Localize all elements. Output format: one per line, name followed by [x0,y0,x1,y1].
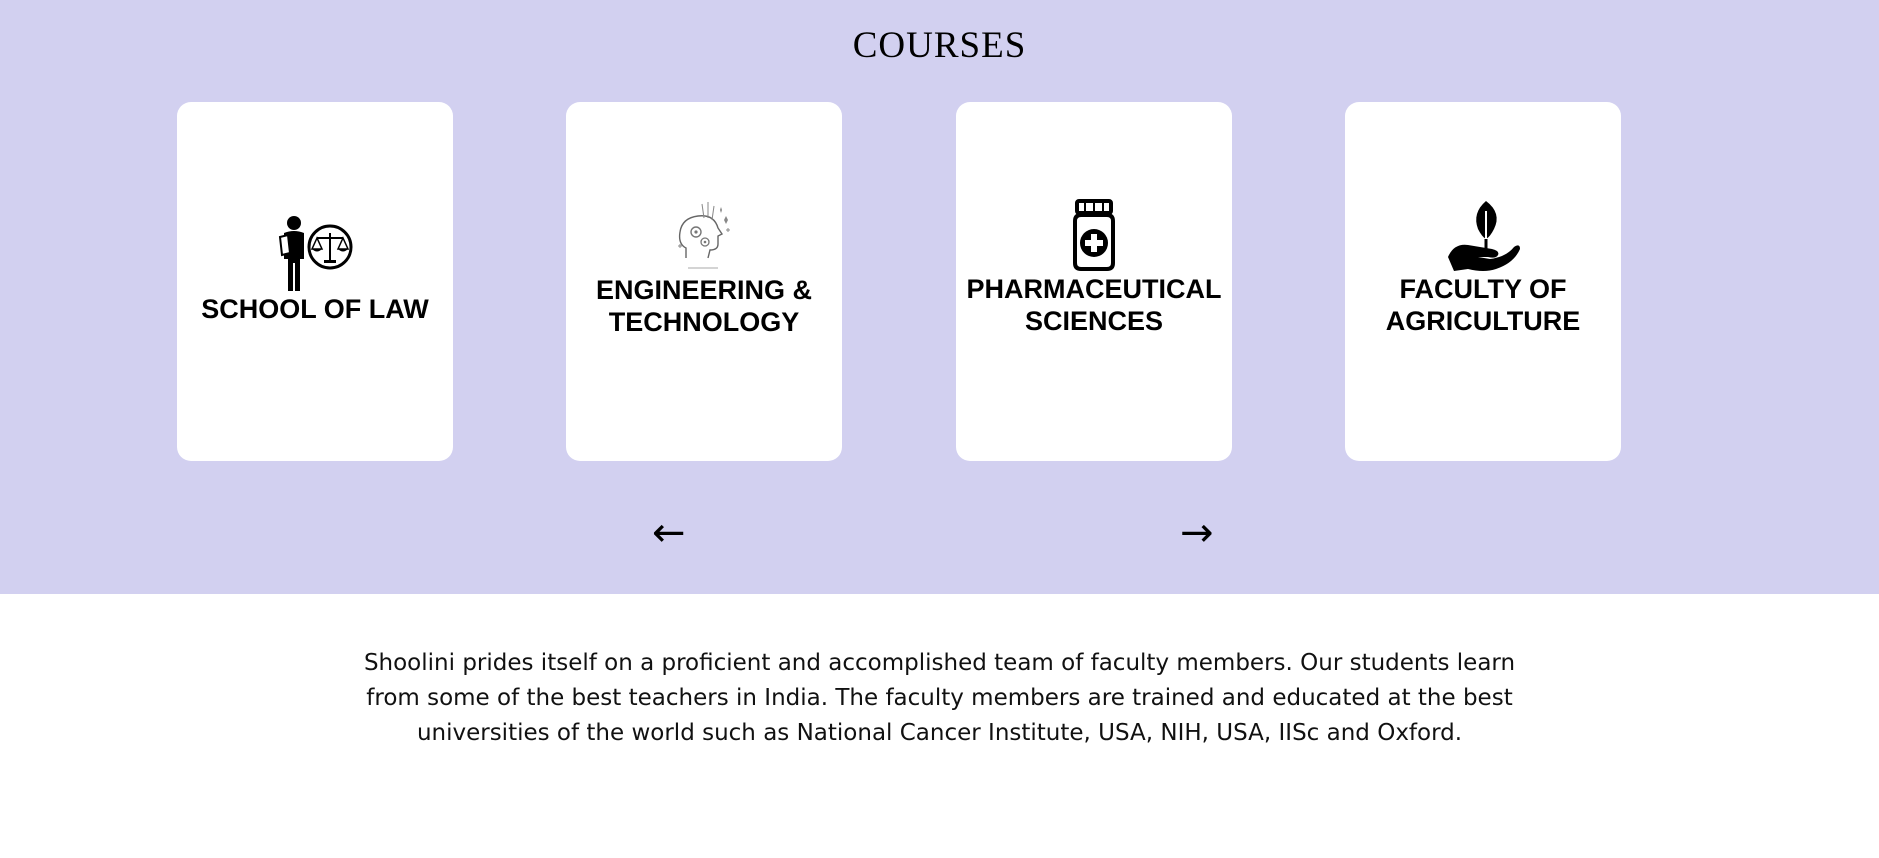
card-label: PHARMACEUTICAL SCIENCES [966,273,1222,336]
lawyer-scales-icon [278,215,353,291]
prev-arrow-button[interactable]: ← [652,508,686,558]
card-label: SCHOOL OF LAW [201,293,429,324]
brain-gears-icon [678,201,730,268]
card-label: ENGINEERING & TECHNOLOGY [595,274,813,337]
courses-section: COURSES SCHOOL OF LAW ENGINEERING & TECH… [0,0,1879,594]
hand-leaf-icon [1448,200,1520,271]
next-arrow-button[interactable]: → [1180,508,1214,558]
faculty-description: Shoolini prides itself on a proficient a… [363,650,1516,746]
card-label: FACULTY OF AGRICULTURE [1385,273,1581,336]
course-card-law[interactable]: SCHOOL OF LAW [177,102,453,461]
section-title: COURSES [852,25,1027,66]
medicine-bottle-icon [1073,198,1115,271]
course-card-pharmaceutical[interactable]: PHARMACEUTICAL SCIENCES [956,102,1232,461]
course-card-engineering[interactable]: ENGINEERING & TECHNOLOGY [566,102,842,461]
course-card-agriculture[interactable]: FACULTY OF AGRICULTURE [1345,102,1621,461]
